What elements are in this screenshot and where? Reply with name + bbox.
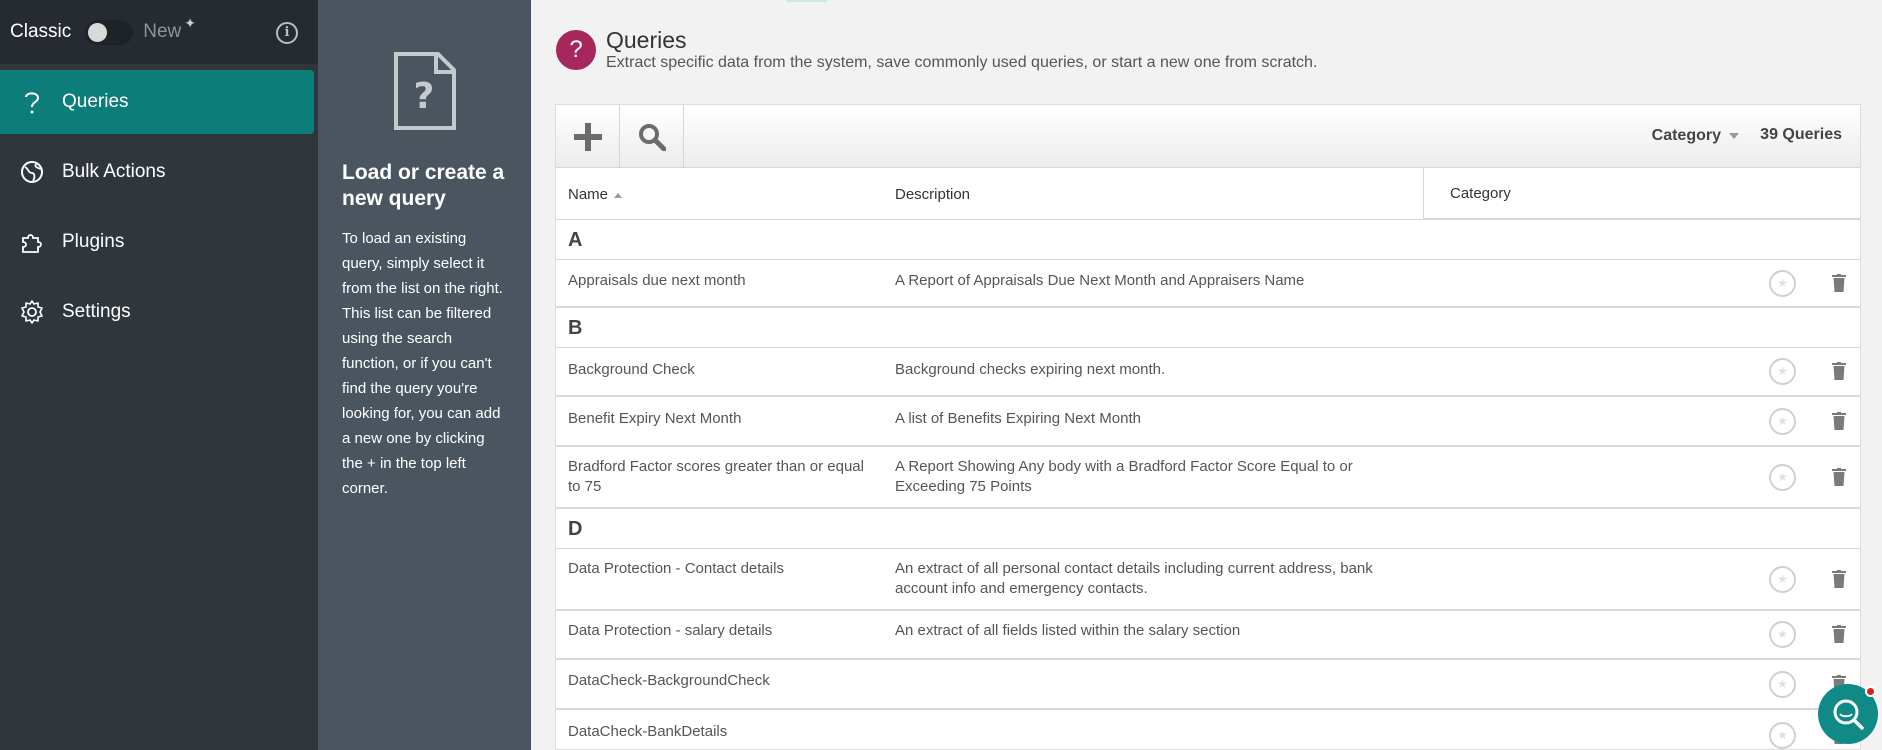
- help-chat-button[interactable]: [1818, 684, 1878, 744]
- document-question-icon: ?: [393, 52, 456, 130]
- column-name-label: Name: [568, 186, 609, 203]
- favorite-star-icon[interactable]: ★: [1769, 621, 1796, 648]
- puzzle-icon: [18, 228, 46, 256]
- trash-icon[interactable]: [1832, 362, 1846, 380]
- top-accent-line: [787, 0, 827, 2]
- row-description: A list of Benefits Expiring Next Month: [895, 410, 1141, 427]
- sidebar-item-label: Bulk Actions: [62, 161, 166, 182]
- trash-icon[interactable]: [1832, 274, 1846, 292]
- sidebar: Classic New ✦ i Queries Bulk Actions Plu…: [0, 0, 318, 750]
- table-header: Name Description Category: [556, 168, 1860, 220]
- queries-question-icon: ?: [556, 30, 596, 70]
- row-description: An extract of all fields listed within t…: [895, 622, 1241, 639]
- sidebar-item-label: Plugins: [62, 231, 125, 252]
- search-icon: [638, 123, 666, 151]
- mode-toggle[interactable]: [85, 19, 134, 45]
- category-filter[interactable]: Category: [1652, 127, 1739, 145]
- sidebar-item-plugins[interactable]: Plugins: [0, 210, 314, 274]
- help-title: Load or create a new query: [342, 161, 505, 210]
- row-name: Bradford Factor scores greater than or e…: [568, 458, 864, 495]
- trash-icon[interactable]: [1832, 468, 1846, 486]
- sidebar-item-label: Settings: [62, 301, 131, 322]
- row-description: A Report Showing Any body with a Bradfor…: [895, 458, 1353, 495]
- table-row[interactable]: Data Protection - Contact details An ext…: [556, 549, 1860, 611]
- trash-icon[interactable]: [1832, 412, 1846, 430]
- sidebar-item-bulk-actions[interactable]: Bulk Actions: [0, 140, 314, 204]
- favorite-star-icon[interactable]: ★: [1769, 358, 1796, 385]
- group-header-a: A: [556, 220, 1860, 260]
- group-header-d: D: [556, 509, 1860, 549]
- table-row[interactable]: Bradford Factor scores greater than or e…: [556, 447, 1860, 509]
- sidebar-item-queries[interactable]: Queries: [0, 70, 314, 134]
- column-description-header[interactable]: Description: [895, 186, 970, 203]
- mode-switcher: Classic New ✦ i: [0, 0, 318, 64]
- row-name: Data Protection - salary details: [568, 622, 773, 639]
- globe-icon: [18, 158, 46, 186]
- sparkle-icon: ✦: [184, 14, 196, 31]
- trash-icon[interactable]: [1832, 625, 1846, 643]
- info-icon[interactable]: i: [276, 22, 298, 44]
- group-header-b: B: [556, 308, 1860, 348]
- search-button[interactable]: [620, 105, 684, 168]
- page-subtitle: Extract specific data from the system, s…: [606, 54, 1318, 71]
- new-label: New: [143, 21, 182, 42]
- table-row[interactable]: DataCheck-BankDetails ★: [556, 710, 1860, 749]
- toggle-knob: [88, 22, 108, 42]
- row-name: Data Protection - Contact details: [568, 560, 784, 577]
- row-name: Appraisals due next month: [568, 272, 746, 289]
- row-name: Benefit Expiry Next Month: [568, 410, 742, 427]
- add-query-button[interactable]: [556, 105, 620, 168]
- favorite-star-icon[interactable]: ★: [1769, 722, 1796, 749]
- row-name: DataCheck-BankDetails: [568, 723, 728, 740]
- sort-asc-icon: [614, 192, 623, 198]
- notification-dot: [1865, 686, 1876, 697]
- queries-table: Category 39 Queries Name Description Cat…: [555, 104, 1861, 750]
- query-count: 39 Queries: [1760, 126, 1842, 143]
- main-content: ? Queries Extract specific data from the…: [531, 0, 1882, 750]
- question-icon: [18, 88, 46, 116]
- row-name: DataCheck-BackgroundCheck: [568, 672, 770, 689]
- row-description: A Report of Appraisals Due Next Month an…: [895, 272, 1305, 289]
- plus-icon: [573, 122, 602, 151]
- favorite-star-icon[interactable]: ★: [1769, 671, 1796, 698]
- category-filter-label: Category: [1651, 127, 1721, 144]
- favorite-star-icon[interactable]: ★: [1769, 464, 1796, 491]
- svg-text:?: ?: [413, 76, 434, 117]
- table-row[interactable]: Data Protection - salary details An extr…: [556, 611, 1860, 660]
- search-chat-icon: [1833, 699, 1864, 730]
- table-row[interactable]: Benefit Expiry Next Month A list of Bene…: [556, 397, 1860, 447]
- column-name-header[interactable]: Name: [568, 186, 623, 203]
- gear-icon: [18, 298, 46, 326]
- chevron-down-icon: [1729, 132, 1739, 139]
- table-toolbar: Category 39 Queries: [556, 105, 1860, 168]
- classic-label: Classic: [10, 21, 72, 42]
- trash-icon[interactable]: [1832, 570, 1846, 588]
- page-title: Queries: [606, 27, 687, 53]
- table-row[interactable]: Background Check Background checks expir…: [556, 348, 1860, 397]
- help-panel: ? Load or create a new query To load an …: [318, 0, 531, 750]
- sidebar-item-label: Queries: [62, 91, 129, 112]
- favorite-star-icon[interactable]: ★: [1769, 408, 1796, 435]
- favorite-star-icon[interactable]: ★: [1769, 566, 1796, 593]
- table-row[interactable]: DataCheck-BackgroundCheck ★: [556, 660, 1860, 710]
- help-text: To load an existing query, simply select…: [342, 230, 503, 497]
- column-category-header[interactable]: Category: [1423, 168, 1860, 219]
- favorite-star-icon[interactable]: ★: [1769, 270, 1796, 297]
- sidebar-item-settings[interactable]: Settings: [0, 280, 314, 344]
- table-row[interactable]: Appraisals due next month A Report of Ap…: [556, 260, 1860, 308]
- row-description: Background checks expiring next month.: [895, 361, 1166, 378]
- row-name: Background Check: [568, 361, 695, 378]
- row-description: An extract of all personal contact detai…: [895, 560, 1373, 597]
